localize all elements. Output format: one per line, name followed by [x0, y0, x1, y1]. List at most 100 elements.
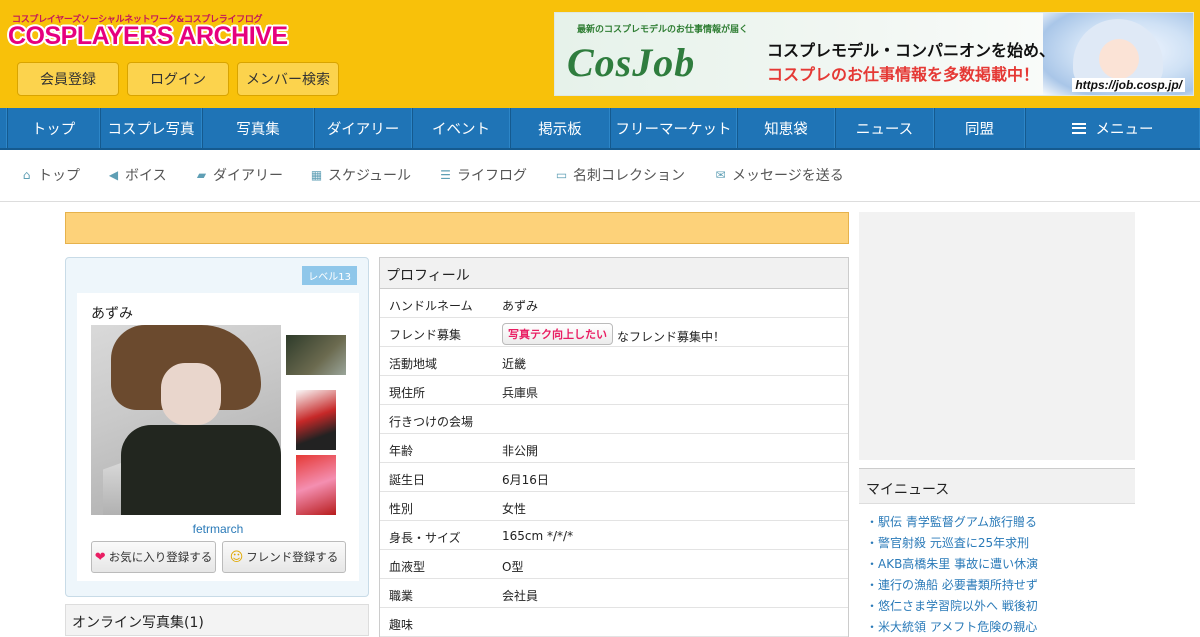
- profile-value-wrap: 写真テク向上したい なフレンド募集中！: [502, 323, 726, 348]
- subnav-item-voice[interactable]: ◀ ボイス: [107, 165, 167, 185]
- profile-row: 活動地域 近畿: [380, 347, 848, 376]
- add-favorite-button[interactable]: ❤ お気に入り登録する: [91, 541, 216, 573]
- banner-url: https://job.cosp.jp/: [1072, 78, 1185, 92]
- subnav-label: メッセージを送る: [732, 168, 844, 184]
- banner-line-1: コスプレモデル・コンパニオンを始め、: [767, 41, 1056, 60]
- subnav-item-top[interactable]: ⌂ トップ: [20, 165, 80, 185]
- news-link[interactable]: ・警官射殺 元巡査に25年求刑: [866, 534, 1029, 551]
- profile-value: 165cm */*/*: [502, 529, 574, 543]
- profile-row: 性別 女性: [380, 492, 848, 521]
- friend-tag-button[interactable]: 写真テク向上したい: [502, 323, 613, 345]
- profile-value: 近畿: [502, 357, 527, 371]
- profile-table: プロフィール ハンドルネーム あずみ フレンド募集 写真テク向上したい なフレンド…: [379, 257, 849, 637]
- subnav-item-lifelog[interactable]: ☰ ライフログ: [439, 165, 527, 185]
- main-profile-photo[interactable]: [91, 325, 281, 515]
- ad-banner-top[interactable]: [65, 212, 849, 244]
- subnav-label: スケジュール: [328, 168, 412, 184]
- profile-row: フレンド募集 写真テク向上したい なフレンド募集中！: [380, 318, 848, 347]
- profile-value: 兵庫県: [502, 386, 539, 400]
- profile-label: 現住所: [389, 386, 426, 400]
- online-album-heading: オンライン写真集(1): [65, 604, 369, 636]
- hamburger-icon: [1071, 122, 1086, 134]
- profile-label: 血液型: [389, 560, 426, 574]
- profile-label: 行きつけの会場: [389, 415, 474, 429]
- envelope-icon: ✉: [715, 168, 726, 182]
- nav-item-alliance[interactable]: 同盟: [934, 108, 1025, 148]
- add-favorite-label: お気に入り登録する: [108, 550, 213, 564]
- profile-row: 身長・サイズ 165cm */*/*: [380, 521, 848, 550]
- profile-row: 現住所 兵庫県: [380, 376, 848, 405]
- profile-label: 活動地域: [389, 357, 438, 371]
- login-button[interactable]: ログイン: [127, 62, 229, 96]
- profile-label: フレンド募集: [389, 328, 462, 342]
- profile-row: ハンドルネーム あずみ: [380, 289, 848, 318]
- nav-menu-button[interactable]: メニュー: [1025, 108, 1200, 148]
- subnav-item-diary[interactable]: ▰ ダイアリー: [195, 165, 283, 185]
- profile-label: 性別: [389, 502, 414, 516]
- profile-value: なフレンド募集中！: [617, 330, 726, 344]
- news-link[interactable]: ・米大統領 アメフト危険の親心: [866, 618, 1037, 635]
- nav-item-photobooks[interactable]: 写真集: [202, 108, 314, 148]
- user-subnav: ⌂ トップ ◀ ボイス ▰ ダイアリー ▦ スケジュール ☰ ライフログ ▭ 名…: [0, 150, 1200, 202]
- nav-item-news[interactable]: ニュース: [835, 108, 934, 148]
- nav-item-flea-market[interactable]: フリーマーケット: [610, 108, 737, 148]
- nav-spacer: [0, 108, 7, 148]
- user-card-inner: あずみ fetrmarch ❤ お気に入り登録する ☺ フレンド登録する: [77, 293, 359, 581]
- subnav-label: 名刺コレクション: [573, 168, 685, 184]
- heart-icon: ❤: [94, 549, 106, 565]
- nav-item-bbs[interactable]: 掲示板: [510, 108, 610, 148]
- profile-label: 誕生日: [389, 473, 426, 487]
- photo-thumbnail[interactable]: [296, 455, 336, 515]
- nav-item-events[interactable]: イベント: [412, 108, 510, 148]
- subnav-label: トップ: [38, 168, 80, 184]
- add-friend-label: フレンド登録する: [246, 550, 339, 564]
- megaphone-icon: ◀: [108, 168, 119, 182]
- add-friend-button[interactable]: ☺ フレンド登録する: [222, 541, 346, 573]
- nav-item-diary[interactable]: ダイアリー: [314, 108, 412, 148]
- profile-value: 女性: [502, 502, 527, 516]
- news-link[interactable]: ・AKB高橋朱里 事故に遭い休演: [866, 555, 1038, 572]
- site-header: コスプレイヤーズソーシャルネットワーク&コスプレライフログ COSPLAYERS…: [0, 0, 1200, 108]
- book-icon: ▰: [196, 168, 207, 182]
- news-link[interactable]: ・駅伝 青学監督グアム旅行贈る: [866, 513, 1037, 530]
- news-link[interactable]: ・連行の漁船 必要書類所持せず: [866, 576, 1038, 593]
- photo-thumbnail[interactable]: [296, 390, 336, 450]
- profile-row: 行きつけの会場: [380, 405, 848, 434]
- profile-label: 身長・サイズ: [389, 531, 461, 545]
- photo-thumbnail[interactable]: [286, 335, 346, 375]
- banner-line-2: コスプレのお仕事情報を多数掲載中！: [767, 65, 1040, 84]
- subnav-label: ダイアリー: [213, 168, 283, 184]
- user-id-link[interactable]: fetrmarch: [77, 522, 359, 536]
- level-badge: レベル13: [302, 266, 357, 285]
- profile-heading: プロフィール: [380, 258, 848, 289]
- nav-item-top[interactable]: トップ: [7, 108, 100, 148]
- list-icon: ☰: [440, 168, 451, 182]
- my-news-heading: マイニュース: [859, 468, 1135, 504]
- profile-label: ハンドルネーム: [389, 299, 473, 313]
- profile-row: 年齢 非公開: [380, 434, 848, 463]
- user-name: あずみ: [91, 306, 133, 322]
- nav-item-qa[interactable]: 知恵袋: [737, 108, 835, 148]
- news-link[interactable]: ・悠仁さま学習院以外へ 戦後初: [866, 597, 1038, 614]
- site-logo[interactable]: COSPLAYERS ARCHIVE: [8, 22, 288, 51]
- profile-value: 会社員: [502, 589, 539, 603]
- card-icon: ▭: [555, 168, 568, 182]
- profile-row: 職業 会社員: [380, 579, 848, 608]
- nav-menu-label: メニュー: [1095, 121, 1154, 138]
- profile-label: 職業: [389, 589, 414, 603]
- user-card: レベル13 あずみ fetrmarch ❤ お気に入り登録する ☺ フレンド登録…: [65, 257, 369, 597]
- subnav-label: ライフログ: [457, 168, 527, 184]
- subnav-item-send-message[interactable]: ✉ メッセージを送る: [714, 165, 844, 185]
- cosjob-banner[interactable]: 最新のコスプレモデルのお仕事情報が届く CosJob コスプレモデル・コンパニオ…: [554, 12, 1194, 96]
- nav-item-cosplay-photos[interactable]: コスプレ写真: [100, 108, 202, 148]
- profile-row: 血液型 O型: [380, 550, 848, 579]
- profile-value: 6月16日: [502, 473, 549, 487]
- register-button[interactable]: 会員登録: [17, 62, 119, 96]
- subnav-item-card-collection[interactable]: ▭ 名刺コレクション: [555, 165, 685, 185]
- subnav-item-schedule[interactable]: ▦ スケジュール: [310, 165, 411, 185]
- member-search-button[interactable]: メンバー検索: [237, 62, 339, 96]
- ad-sidebar[interactable]: [859, 212, 1135, 460]
- profile-value: あずみ: [502, 299, 539, 313]
- profile-value: 非公開: [502, 444, 539, 458]
- home-icon: ⌂: [22, 168, 31, 182]
